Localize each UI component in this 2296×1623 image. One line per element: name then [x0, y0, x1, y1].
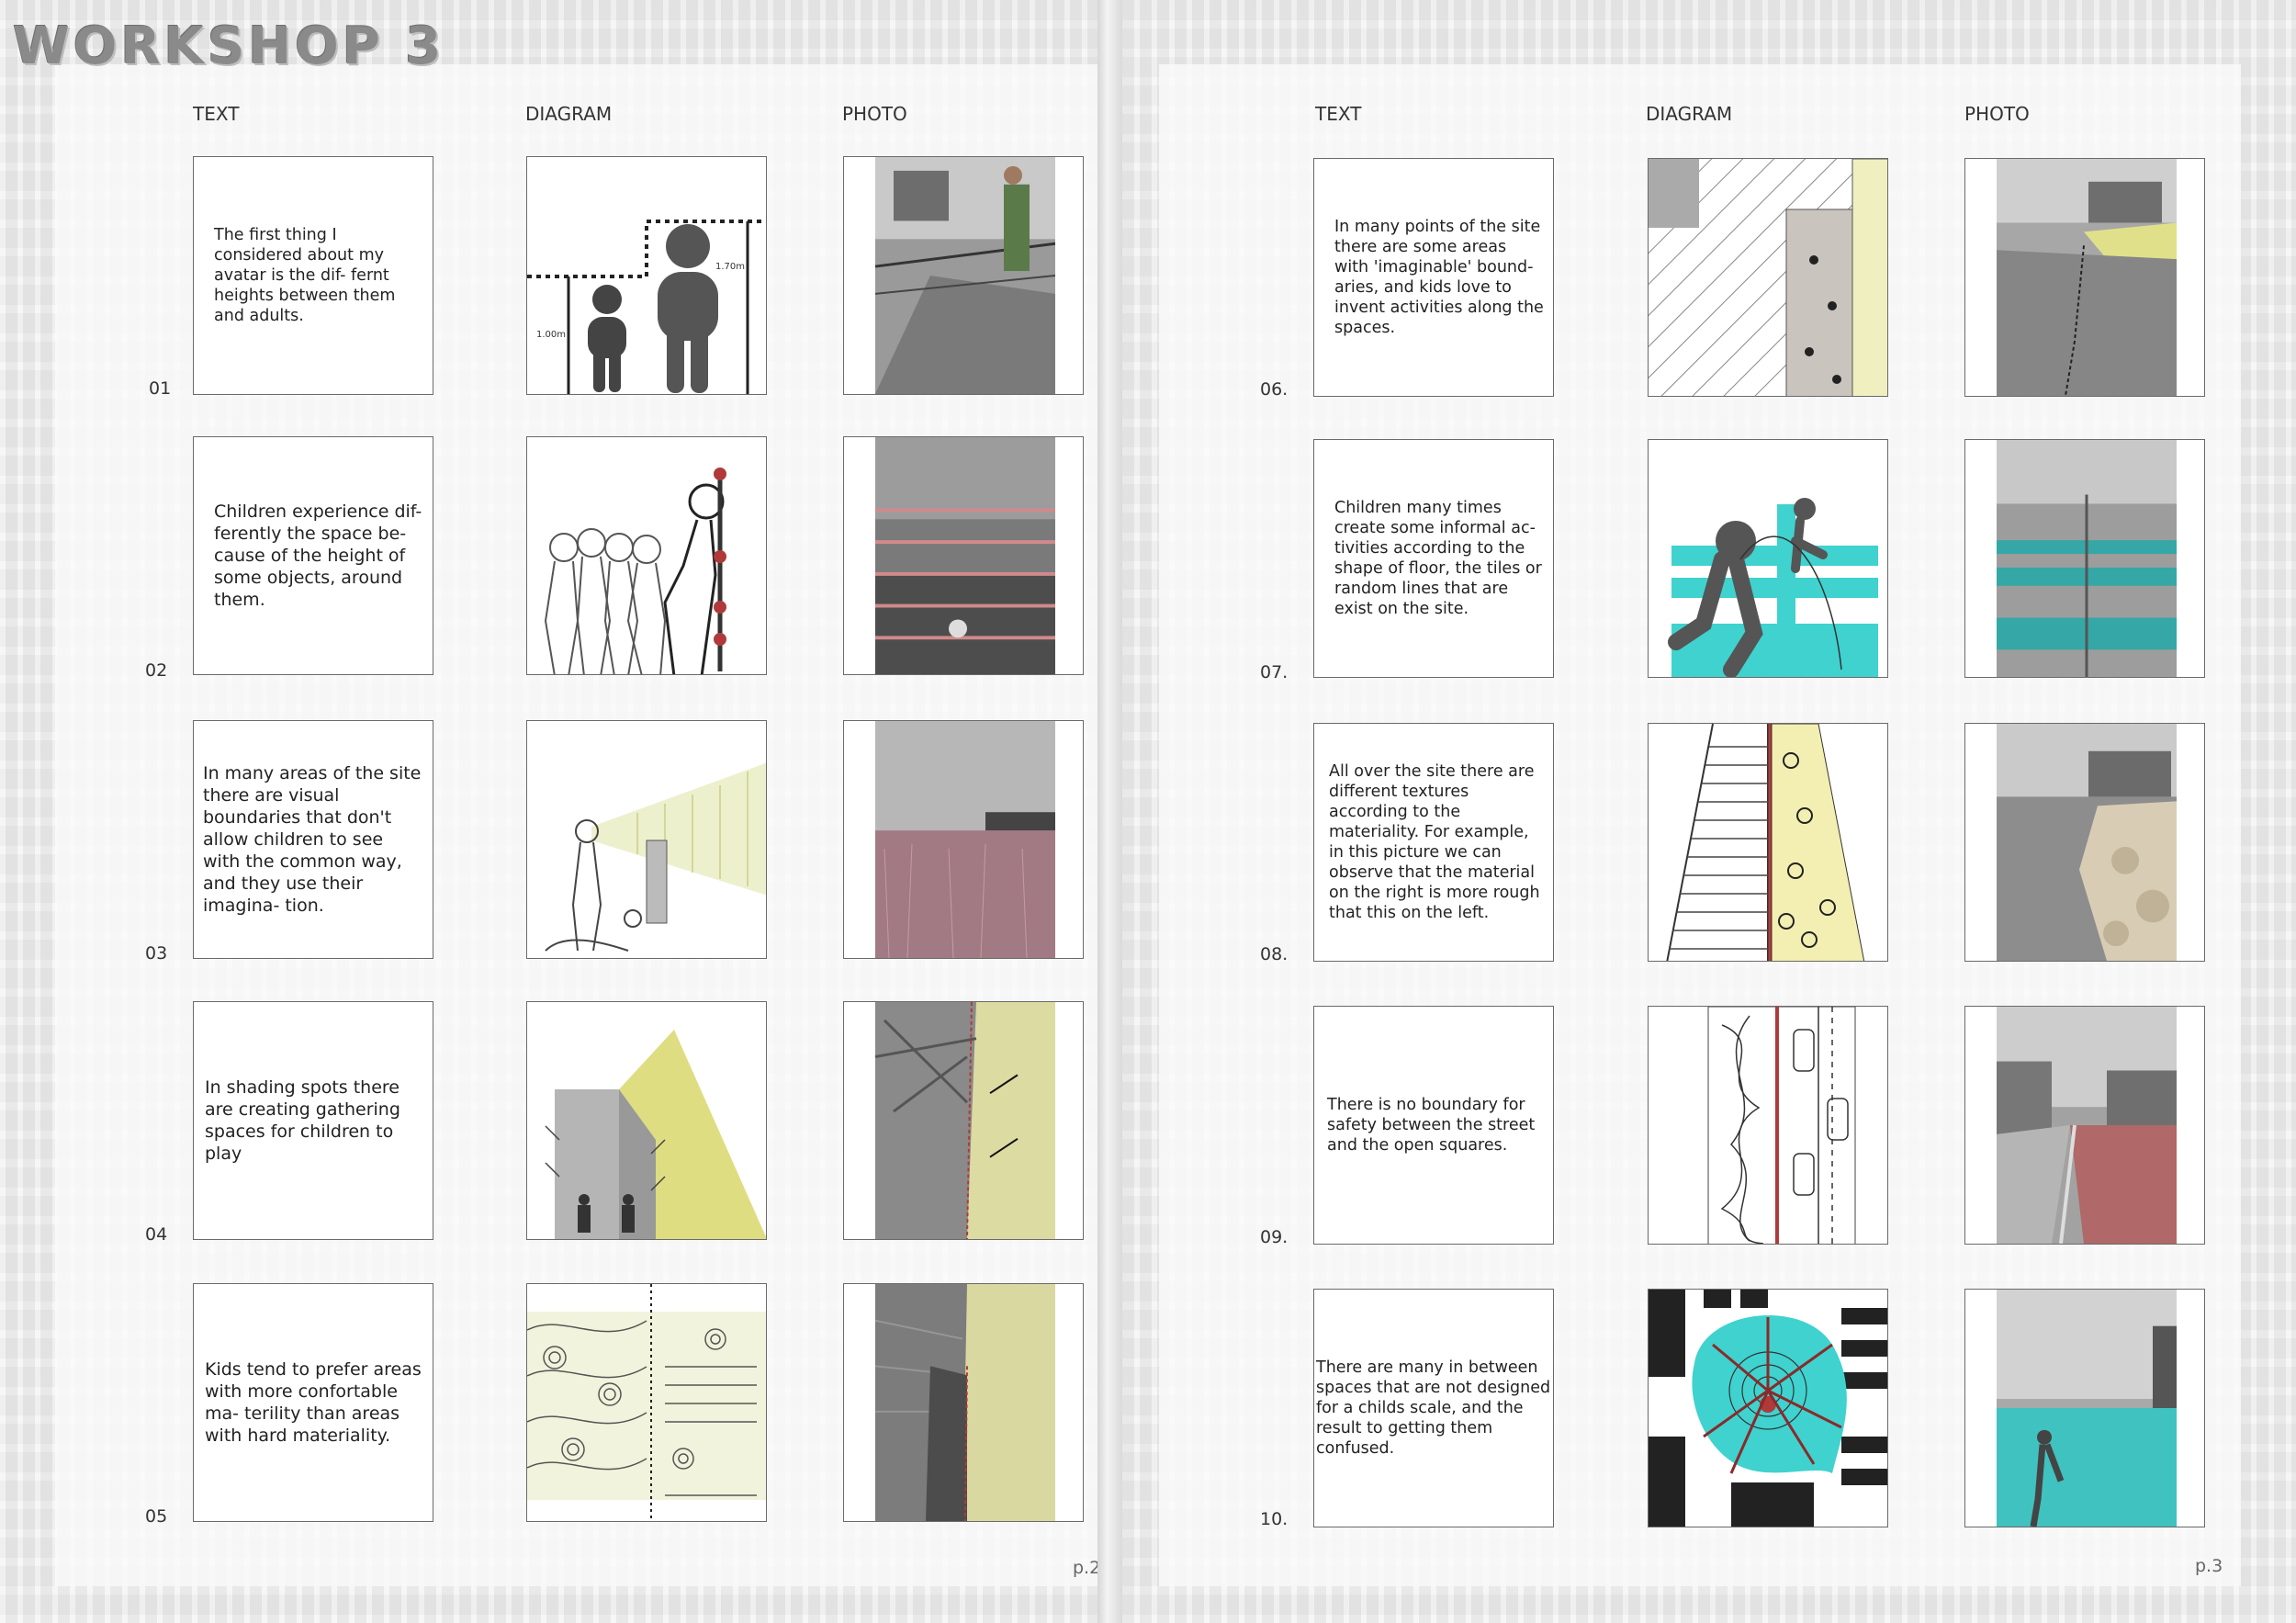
row-number: 08. [1260, 944, 1289, 964]
row-text: There is no boundary for safety between … [1327, 1096, 1536, 1155]
page-number: p.2 [1073, 1558, 1101, 1578]
photo-rough-material [1964, 723, 2205, 962]
right-page: TEXT DIAGRAM PHOTO 06. In many points of… [1122, 0, 2296, 1623]
row-text: Children experience dif- ferently the sp… [214, 502, 422, 610]
adult-height-label: 1.70m [715, 262, 745, 272]
book-spine [1097, 0, 1122, 1623]
diagram-materiality [526, 1283, 767, 1522]
diagram-visual-boundary [526, 720, 767, 959]
text-box: There is no boundary for safety between … [1313, 1006, 1554, 1245]
column-header-photo: PHOTO [842, 103, 907, 125]
column-header-text: TEXT [1315, 103, 1362, 125]
row-number: 07. [1260, 662, 1289, 682]
row-number: 06. [1260, 379, 1289, 400]
text-box: There are many in between spaces that ar… [1313, 1289, 1554, 1527]
photo-red-street [1964, 1006, 2205, 1245]
child-height-label: 1.00m [536, 330, 566, 340]
row-text: Kids tend to prefer areas with more conf… [205, 1359, 422, 1446]
text-box: All over the site there are different te… [1313, 723, 1554, 962]
photo-wall-bench [843, 1283, 1084, 1522]
row-number: 02 [145, 660, 168, 681]
text-box: Kids tend to prefer areas with more conf… [193, 1283, 433, 1522]
workshop-title: WORKSHOP 3 [13, 17, 445, 76]
diagram-floor-lines [1648, 439, 1888, 678]
text-box: In many areas of the site there are visu… [193, 720, 433, 959]
text-box: The first thing I considered about my av… [193, 156, 433, 395]
diagram-in-between-spaces [1648, 1289, 1888, 1527]
photo-teal-stripes [1964, 439, 2205, 678]
photo-shade-structure [843, 1001, 1084, 1240]
diagram-shading [526, 1001, 767, 1240]
diagram-object-heights [526, 436, 767, 675]
photo-teal-square [1964, 1289, 2205, 1527]
row-text: All over the site there are different te… [1329, 762, 1540, 922]
row-number: 04 [145, 1224, 168, 1245]
row-number: 03 [145, 943, 168, 964]
text-box: In shading spots there are creating gath… [193, 1001, 433, 1240]
row-text: In shading spots there are creating gath… [205, 1077, 400, 1164]
row-number: 10. [1260, 1509, 1289, 1529]
row-number: 01 [149, 378, 172, 399]
column-header-photo: PHOTO [1964, 103, 2030, 125]
row-number: 05 [145, 1506, 168, 1527]
column-header-text: TEXT [193, 103, 240, 125]
photo-railing [843, 436, 1084, 675]
text-box: Children experience dif- ferently the sp… [193, 436, 433, 675]
column-header-diagram: DIAGRAM [525, 103, 613, 125]
row-text: Children many times create some informal… [1334, 499, 1542, 618]
row-text: The first thing I considered about my av… [214, 226, 396, 325]
diagram-heights: 1.00m 1.70m [526, 156, 767, 395]
row-text: In many areas of the site there are visu… [203, 763, 422, 916]
photo-bridge [843, 156, 1084, 395]
diagram-imaginable-boundaries [1648, 158, 1888, 397]
diagram-street-boundary [1648, 1006, 1888, 1245]
page-number: p.3 [2195, 1556, 2223, 1576]
text-box: Children many times create some informal… [1313, 439, 1554, 678]
row-text: In many points of the site there are som… [1334, 218, 1544, 337]
diagram-textures [1648, 723, 1888, 962]
left-page: WORKSHOP 3 TEXT DIAGRAM PHOTO 01 The fir… [0, 0, 1101, 1623]
column-header-diagram: DIAGRAM [1646, 103, 1733, 125]
text-box: In many points of the site there are som… [1313, 158, 1554, 397]
row-text: There are many in between spaces that ar… [1316, 1358, 1551, 1458]
row-number: 09. [1260, 1227, 1289, 1247]
photo-pink-field [843, 720, 1084, 959]
photo-paved-path [1964, 158, 2205, 397]
